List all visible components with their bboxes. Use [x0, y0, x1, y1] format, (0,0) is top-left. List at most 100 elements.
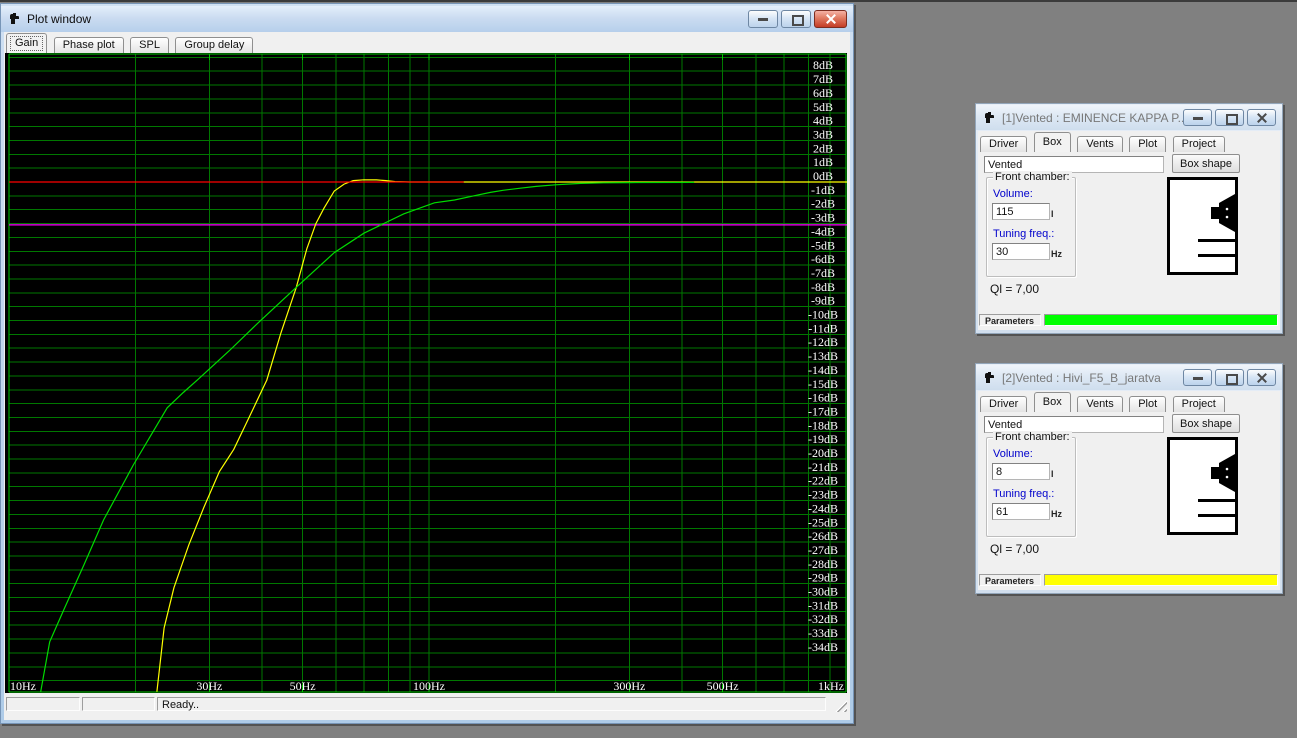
focus-rect — [10, 36, 44, 51]
project-2-title: [2]Vented : Hivi_F5_B_jaratva — [1002, 370, 1161, 385]
close-button[interactable] — [814, 10, 847, 28]
project-2-statusbar: Parameters — [978, 572, 1280, 590]
front-chamber-label: Front chamber: — [993, 171, 1072, 183]
tab-box[interactable]: Box — [1033, 392, 1071, 412]
tab-project[interactable]: Project — [1172, 396, 1225, 412]
tab-plot[interactable]: Plot — [1129, 136, 1167, 152]
svg-text:-16dB: -16dB — [808, 391, 838, 405]
svg-text:-15dB: -15dB — [808, 377, 838, 391]
minimize-button[interactable] — [748, 10, 778, 28]
svg-text:-25dB: -25dB — [808, 515, 838, 529]
port-line-2 — [1198, 514, 1235, 517]
svg-text:4dB: 4dB — [813, 114, 833, 128]
restore-icon — [1225, 373, 1238, 385]
svg-text:-12dB: -12dB — [808, 335, 838, 349]
tab-vents[interactable]: Vents — [1077, 136, 1123, 152]
wrench-icon — [985, 111, 994, 123]
wrench-icon — [985, 371, 994, 383]
plot-window-content: Gain Phase plot SPL Group delay 8dB 7dB 6d… — [4, 32, 850, 720]
svg-text:-13dB: -13dB — [808, 349, 838, 363]
tab-group-delay[interactable]: Group delay — [175, 37, 254, 53]
project-1-titlebar[interactable]: [1]Vented : EMINENCE KAPPA P... — [976, 105, 1282, 130]
tuning-input[interactable] — [992, 243, 1050, 260]
svg-text:-24dB: -24dB — [808, 501, 838, 515]
svg-text:8dB: 8dB — [813, 58, 833, 72]
svg-text:30Hz: 30Hz — [196, 679, 222, 693]
project-1-tabstrip: Driver Box Vents Plot Project — [978, 131, 1280, 152]
volume-unit: l — [1051, 469, 1054, 479]
svg-text:-22dB: -22dB — [808, 474, 838, 488]
svg-text:50Hz: 50Hz — [290, 679, 316, 693]
svg-text:-28dB: -28dB — [808, 557, 838, 571]
restore-button[interactable] — [1215, 109, 1244, 126]
port-line-1 — [1198, 499, 1235, 502]
svg-text:1kHz: 1kHz — [818, 679, 844, 693]
svg-text:0dB: 0dB — [813, 169, 833, 183]
project-window-2: [2]Vented : Hivi_F5_B_jaratva Driver Box… — [975, 363, 1283, 594]
svg-text:300Hz: 300Hz — [613, 679, 645, 693]
resize-grip[interactable] — [834, 699, 847, 712]
front-chamber-label: Front chamber: — [993, 431, 1072, 443]
project-2-content: Driver Box Vents Plot Project Box shape … — [978, 391, 1280, 590]
project-1-title: [1]Vented : EMINENCE KAPPA P... — [1002, 110, 1183, 125]
parameters-progress-bar — [1044, 314, 1278, 326]
restore-button[interactable] — [781, 10, 811, 28]
volume-label: Volume: — [993, 448, 1033, 460]
minimize-button[interactable] — [1183, 369, 1212, 386]
svg-text:-10dB: -10dB — [808, 308, 838, 322]
tuning-unit: Hz — [1051, 509, 1062, 519]
svg-text:-6dB: -6dB — [811, 252, 835, 266]
svg-text:6dB: 6dB — [813, 86, 833, 100]
svg-text:-17dB: -17dB — [808, 404, 838, 418]
parameters-panel: Parameters — [979, 314, 1041, 326]
svg-text:-23dB: -23dB — [808, 488, 838, 502]
project-1-content: Driver Box Vents Plot Project Box shape … — [978, 131, 1280, 330]
port-line-1 — [1198, 239, 1235, 242]
tab-plot[interactable]: Plot — [1129, 396, 1167, 412]
box-shape-button[interactable]: Box shape — [1172, 154, 1240, 173]
svg-text:-18dB: -18dB — [808, 418, 838, 432]
tuning-label: Tuning freq.: — [993, 488, 1055, 500]
close-button[interactable] — [1247, 369, 1276, 386]
box-shape-button[interactable]: Box shape — [1172, 414, 1240, 433]
gain-chart: 8dB7dB6dB5dB4dB3dB2dB1dB0dB-1dB-2dB-3dB-… — [5, 53, 847, 693]
front-chamber-group: Front chamber: Volume: l Tuning freq.: H… — [986, 431, 1076, 537]
tuning-input[interactable] — [992, 503, 1050, 520]
svg-text:1dB: 1dB — [813, 155, 833, 169]
svg-text:-30dB: -30dB — [808, 585, 838, 599]
plot-tabstrip: Gain Phase plot SPL Group delay — [4, 32, 850, 53]
project-window-1: [1]Vented : EMINENCE KAPPA P... Driver B… — [975, 103, 1283, 334]
tab-box[interactable]: Box — [1033, 132, 1071, 152]
volume-input[interactable] — [992, 203, 1050, 220]
project-2-titlebar[interactable]: [2]Vented : Hivi_F5_B_jaratva — [976, 365, 1282, 390]
svg-text:-29dB: -29dB — [808, 571, 838, 585]
minimize-icon — [758, 18, 768, 21]
svg-text:-4dB: -4dB — [811, 224, 835, 238]
close-button[interactable] — [1247, 109, 1276, 126]
svg-text:500Hz: 500Hz — [707, 679, 739, 693]
tab-phase-plot[interactable]: Phase plot — [53, 37, 124, 53]
project-1-statusbar: Parameters — [978, 312, 1280, 330]
tab-driver[interactable]: Driver — [980, 396, 1028, 412]
tab-gain[interactable]: Gain — [6, 33, 48, 53]
volume-input[interactable] — [992, 463, 1050, 480]
tab-spl[interactable]: SPL — [130, 37, 169, 53]
tab-project[interactable]: Project — [1172, 136, 1225, 152]
volume-unit: l — [1051, 209, 1054, 219]
svg-text:-3dB: -3dB — [811, 211, 835, 225]
ql-value: Ql = 7,00 — [990, 542, 1040, 556]
minimize-button[interactable] — [1183, 109, 1212, 126]
svg-text:5dB: 5dB — [813, 100, 833, 114]
minimize-icon — [1192, 376, 1203, 380]
plot-window-titlebar[interactable]: Plot window — [1, 6, 853, 32]
tab-driver[interactable]: Driver — [980, 136, 1028, 152]
mdi-desktop: Plot window Gain Phase plot SPL Group de… — [0, 0, 1297, 738]
svg-text:-27dB: -27dB — [808, 543, 838, 557]
front-chamber-group: Front chamber: Volume: l Tuning freq.: H… — [986, 171, 1076, 277]
parameters-progress-bar — [1044, 574, 1278, 586]
svg-text:-20dB: -20dB — [808, 446, 838, 460]
plot-statusbar: Ready.. — [4, 695, 850, 715]
plot-window-title: Plot window — [27, 12, 92, 26]
restore-button[interactable] — [1215, 369, 1244, 386]
tab-vents[interactable]: Vents — [1077, 396, 1123, 412]
